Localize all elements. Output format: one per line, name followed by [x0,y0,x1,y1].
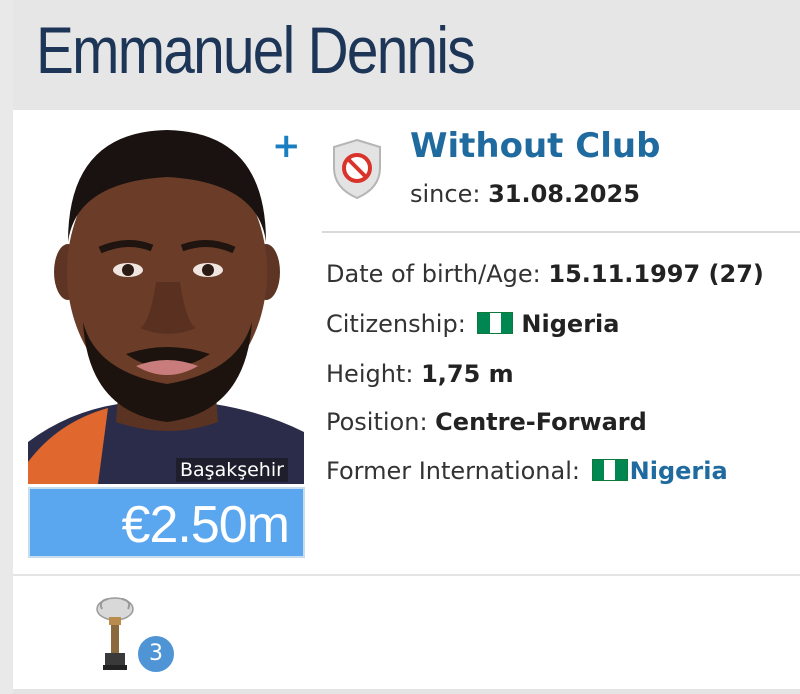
since-label: since: [410,180,481,208]
international-row: Former International: Nigeria [326,457,728,485]
market-value-box[interactable]: €2.50m [28,487,305,558]
position-label: Position: [326,408,428,436]
dob-label: Date of birth/Age: [326,260,541,288]
player-photo[interactable] [28,122,304,484]
citizenship-row: Citizenship: Nigeria [326,310,619,338]
trophy-count-badge: 3 [135,633,177,675]
international-label: Former International: [326,457,580,485]
citizenship-label: Citizenship: [326,310,466,338]
club-since: since: 31.08.2025 [410,180,640,208]
no-club-shield-icon [333,138,381,200]
info-divider [322,231,800,233]
nigeria-flag-icon [591,459,628,481]
photo-club-caption: Başakşehir [176,458,288,482]
international-team-link[interactable]: Nigeria [630,457,728,485]
section-divider [13,574,800,576]
since-date: 31.08.2025 [488,180,640,208]
trophy-icon[interactable] [94,597,136,671]
citizenship-value: Nigeria [521,310,620,338]
market-value: €2.50m [121,496,290,554]
height-value: 1,75 m [421,360,514,388]
dob-row: Date of birth/Age: 15.11.1997 (27) [326,260,764,288]
header: Emmanuel Dennis [13,0,800,110]
position-value: Centre-Forward [435,408,647,436]
nigeria-flag-icon [477,312,514,334]
player-portrait-image [28,122,304,484]
position-row: Position: Centre-Forward [326,408,647,436]
dob-value: 15.11.1997 (27) [548,260,764,288]
player-name: Emmanuel Dennis [36,13,476,87]
add-to-watchlist-plus-icon[interactable]: + [272,126,301,166]
current-club-link[interactable]: Without Club [410,126,660,166]
height-row: Height: 1,75 m [326,360,514,388]
height-label: Height: [326,360,414,388]
bottom-border [13,689,800,694]
left-border [0,0,13,694]
